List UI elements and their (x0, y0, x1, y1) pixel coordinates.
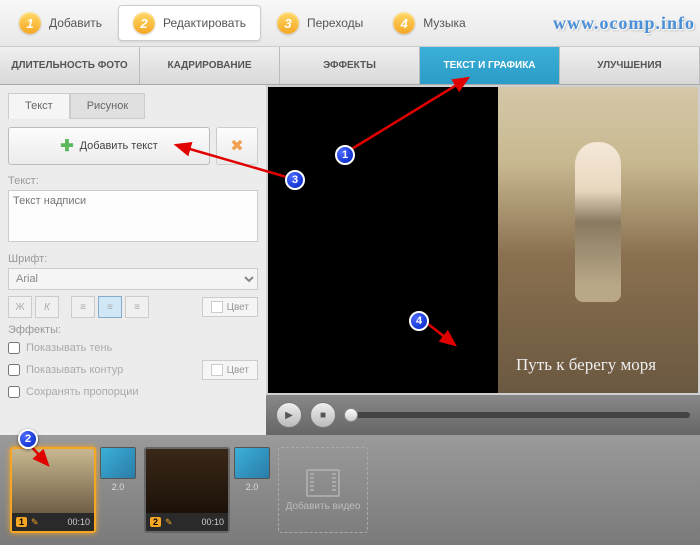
marker-3: 3 (285, 170, 305, 190)
font-select[interactable]: Arial (8, 268, 258, 290)
seek-thumb[interactable] (344, 408, 358, 422)
seek-slider[interactable] (344, 412, 690, 418)
subtab-text-graphics[interactable]: ТЕКСТ И ГРАФИКА (420, 47, 560, 84)
film-icon (306, 469, 340, 497)
preview-area: Путь к берегу моря ▶ ■ (266, 85, 700, 435)
ribbon-tab-transitions[interactable]: 3Переходы (263, 6, 377, 40)
add-text-button[interactable]: ✚Добавить текст (8, 127, 210, 165)
contour-checkbox[interactable] (8, 364, 20, 376)
subtab-crop[interactable]: КАДРИРОВАНИЕ (140, 47, 280, 84)
delete-text-button[interactable]: ✖ (216, 127, 258, 165)
main-area: Текст Рисунок ✚Добавить текст ✖ Текст: Ш… (0, 85, 700, 435)
timeline-clip-2[interactable]: 2✎00:10 (144, 447, 230, 533)
caption-textarea[interactable] (8, 190, 258, 242)
timeline-clip-1[interactable]: 1✎00:10 (10, 447, 96, 533)
preview-canvas[interactable]: Путь к берегу моря (268, 87, 698, 393)
left-panel: Текст Рисунок ✚Добавить текст ✖ Текст: Ш… (0, 85, 266, 435)
contour-color-button[interactable]: Цвет (202, 360, 258, 380)
panel-tabs: Текст Рисунок (8, 93, 258, 119)
marker-1: 1 (335, 145, 355, 165)
text-color-button[interactable]: Цвет (202, 297, 258, 317)
watermark: www.ocomp.info (553, 13, 695, 34)
marker-2: 2 (18, 429, 38, 449)
timeline: 1✎00:10 2.0 2✎00:10 2.0 Добавить видео (0, 435, 700, 545)
shadow-checkbox[interactable] (8, 342, 20, 354)
align-left-button[interactable]: ≡ (71, 296, 95, 318)
stop-button[interactable]: ■ (310, 402, 336, 428)
player-bar: ▶ ■ (266, 395, 700, 435)
subtab-duration[interactable]: ДЛИТЕЛЬНОСТЬ ФОТО (0, 47, 140, 84)
font-label: Шрифт: (8, 253, 258, 265)
subtab-enhance[interactable]: УЛУЧШЕНИЯ (560, 47, 700, 84)
pencil-icon: ✎ (31, 517, 39, 528)
timeline-transition-2[interactable]: 2.0 (234, 447, 270, 497)
panel-tab-text[interactable]: Текст (8, 93, 70, 119)
add-video-button[interactable]: Добавить видео (278, 447, 368, 533)
top-ribbon: 1Добавить 2Редактировать 3Переходы 4Музы… (0, 0, 700, 47)
ribbon-tab-edit[interactable]: 2Редактировать (118, 5, 261, 41)
preview-photo: Путь к берегу моря (498, 87, 698, 393)
ribbon-tab-music[interactable]: 4Музыка (379, 6, 479, 40)
italic-button[interactable]: К (35, 296, 59, 318)
effects-label: Эффекты: (8, 324, 258, 336)
keep-ratio-checkbox[interactable] (8, 386, 20, 398)
color-swatch (211, 301, 223, 313)
sub-tabs: ДЛИТЕЛЬНОСТЬ ФОТО КАДРИРОВАНИЕ ЭФФЕКТЫ Т… (0, 47, 700, 85)
align-right-button[interactable]: ≡ (125, 296, 149, 318)
cross-icon: ✖ (230, 136, 243, 156)
caption-overlay[interactable]: Путь к берегу моря (516, 355, 698, 375)
panel-tab-picture[interactable]: Рисунок (70, 93, 146, 119)
align-center-button[interactable]: ≡ (98, 296, 122, 318)
subtab-effects[interactable]: ЭФФЕКТЫ (280, 47, 420, 84)
play-button[interactable]: ▶ (276, 402, 302, 428)
bold-button[interactable]: Ж (8, 296, 32, 318)
ribbon-tab-add[interactable]: 1Добавить (5, 6, 116, 40)
timeline-transition-1[interactable]: 2.0 (100, 447, 136, 497)
plus-icon: ✚ (60, 136, 73, 156)
marker-4: 4 (409, 311, 429, 331)
text-label: Текст: (8, 175, 258, 187)
pencil-icon: ✎ (165, 517, 173, 528)
